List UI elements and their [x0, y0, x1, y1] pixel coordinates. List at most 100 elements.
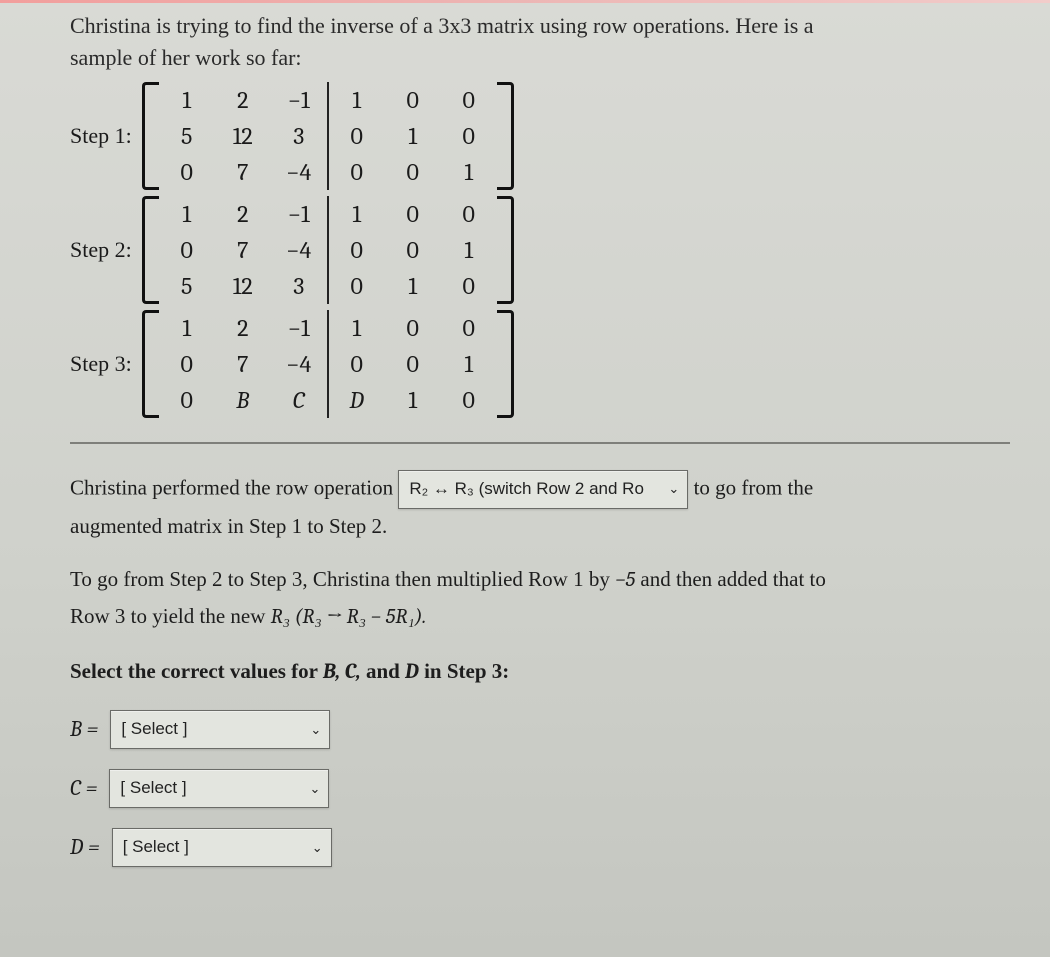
matrix-table: 12−1100512301007−4001 [159, 82, 497, 190]
matrix-cell: 2 [215, 82, 271, 118]
matrix-cell: 0 [441, 82, 497, 118]
answer-var: C = [70, 770, 97, 807]
page: Christina is trying to find the inverse … [0, 0, 1050, 957]
matrix-cell: 1 [441, 232, 497, 268]
matrix-cell: −4 [271, 232, 328, 268]
bracket-right-icon [497, 82, 514, 190]
matrix-cell: 7 [215, 232, 271, 268]
matrix-cell: 0 [441, 382, 497, 418]
answer-select-value: [ Select ] [123, 837, 189, 856]
intro-line-1: Christina is trying to find the inverse … [70, 13, 814, 38]
matrix-table: 12−110007−40015123010 [159, 196, 497, 304]
answer-row: D = [ Select ] ⌄ [70, 828, 1010, 867]
table-row: 5123010 [159, 268, 497, 304]
q2-r3: R₃ [271, 605, 290, 629]
matrix-cell: 7 [215, 346, 271, 382]
matrix-cell: 1 [385, 118, 441, 154]
chevron-down-icon: ⌄ [310, 719, 321, 741]
matrix-cell: 0 [159, 382, 215, 418]
steps-container: Step 1:12−1100512301007−4001Step 2:12−11… [70, 82, 1010, 418]
step-label: Step 3: [70, 351, 132, 377]
q2-neg5: −5 [615, 568, 635, 592]
matrix-cell: −1 [271, 82, 328, 118]
answer-row: B =[ Select ]⌄ [70, 710, 1010, 749]
step-row: Step 2:12−110007−40015123010 [70, 196, 1010, 304]
answer-select-value: [ Select ] [121, 719, 187, 738]
row-operation-select-value: R₂ ↔ R₃ (switch Row 2 and Ro [409, 479, 644, 498]
answer-select[interactable]: [ Select ]⌄ [109, 769, 329, 808]
step-label: Step 1: [70, 123, 132, 149]
matrix-cell: −4 [271, 154, 328, 190]
matrix-cell: 0 [159, 232, 215, 268]
matrix-cell: 12 [215, 118, 271, 154]
q2-text-b: and then added that to [635, 567, 826, 591]
matrix: 12−110007−40010BCD10 [142, 310, 514, 418]
matrix-cell: 2 [215, 196, 271, 232]
answers-container: B =[ Select ]⌄C =[ Select ]⌄D =[ Select … [70, 710, 1010, 867]
matrix-cell: 0 [441, 268, 497, 304]
table-row: 12−1100 [159, 196, 497, 232]
table-row: 5123010 [159, 118, 497, 154]
matrix-cell: 1 [385, 268, 441, 304]
matrix-cell: 1 [328, 310, 385, 346]
q1-text-c: augmented matrix in Step 1 to Step 2. [70, 514, 387, 538]
matrix-cell: 3 [271, 118, 328, 154]
question-block: Christina performed the row operation R₂… [70, 470, 1010, 867]
matrix-cell: 1 [159, 196, 215, 232]
matrix-cell: 0 [441, 310, 497, 346]
matrix-cell: 0 [328, 118, 385, 154]
matrix-cell: 0 [328, 154, 385, 190]
answer-select-value: [ Select ] [120, 778, 186, 797]
matrix-cell: 0 [441, 196, 497, 232]
matrix-cell: 0 [441, 118, 497, 154]
q1-text-b: to go from the [694, 475, 814, 499]
matrix-cell: 5 [159, 118, 215, 154]
table-row: 07−4001 [159, 346, 497, 382]
answer-select[interactable]: [ Select ] ⌄ [110, 710, 330, 749]
step-row: Step 1:12−1100512301007−4001 [70, 82, 1010, 190]
matrix-cell: 1 [159, 310, 215, 346]
matrix-cell: 1 [441, 346, 497, 382]
matrix-cell: −4 [271, 346, 328, 382]
matrix: 12−110007−40015123010 [142, 196, 514, 304]
matrix-cell: 0 [385, 346, 441, 382]
matrix-cell: B [215, 382, 271, 418]
matrix-table: 12−110007−40010BCD10 [159, 310, 497, 418]
q3-d: D [405, 660, 419, 684]
row-operation-select[interactable]: R₂ ↔ R₃ (switch Row 2 and Ro ⌄ [398, 470, 688, 509]
matrix-cell: 0 [385, 196, 441, 232]
question-1: Christina performed the row operation R₂… [70, 470, 1010, 545]
q1-text-a: Christina performed the row operation [70, 475, 398, 499]
q3-and: and [361, 659, 405, 683]
chevron-down-icon: ⌄ [668, 478, 679, 500]
q3-end: in Step 3: [419, 659, 509, 683]
table-row: 07−4001 [159, 154, 497, 190]
matrix-cell: 0 [328, 232, 385, 268]
bracket-right-icon [497, 310, 514, 418]
matrix-cell: 5 [159, 268, 215, 304]
q2-paren: (R₃ → R₃ − 5R₁). [290, 605, 426, 629]
matrix-cell: −1 [271, 310, 328, 346]
table-row: 07−4001 [159, 232, 497, 268]
matrix-cell: 0 [385, 82, 441, 118]
matrix-cell: D [328, 382, 385, 418]
matrix-cell: 0 [385, 232, 441, 268]
matrix-cell: 0 [159, 154, 215, 190]
answer-var: D = [70, 829, 100, 866]
answer-select[interactable]: [ Select ] ⌄ [112, 828, 332, 867]
table-row: 0BCD10 [159, 382, 497, 418]
q2-text-a: To go from Step 2 to Step 3, Christina t… [70, 567, 615, 591]
matrix-cell: 0 [385, 310, 441, 346]
intro-text: Christina is trying to find the inverse … [70, 10, 1010, 74]
matrix-cell: 0 [385, 154, 441, 190]
chevron-down-icon: ⌄ [312, 837, 323, 859]
matrix-cell: 1 [385, 382, 441, 418]
matrix-cell: 2 [215, 310, 271, 346]
q3-text: Select the correct values for [70, 659, 323, 683]
matrix-cell: 7 [215, 154, 271, 190]
table-row: 12−1100 [159, 310, 497, 346]
matrix-cell: 1 [328, 196, 385, 232]
divider [70, 442, 1010, 444]
answer-row: C = [ Select ]⌄ [70, 769, 1010, 808]
matrix-cell: 12 [215, 268, 271, 304]
